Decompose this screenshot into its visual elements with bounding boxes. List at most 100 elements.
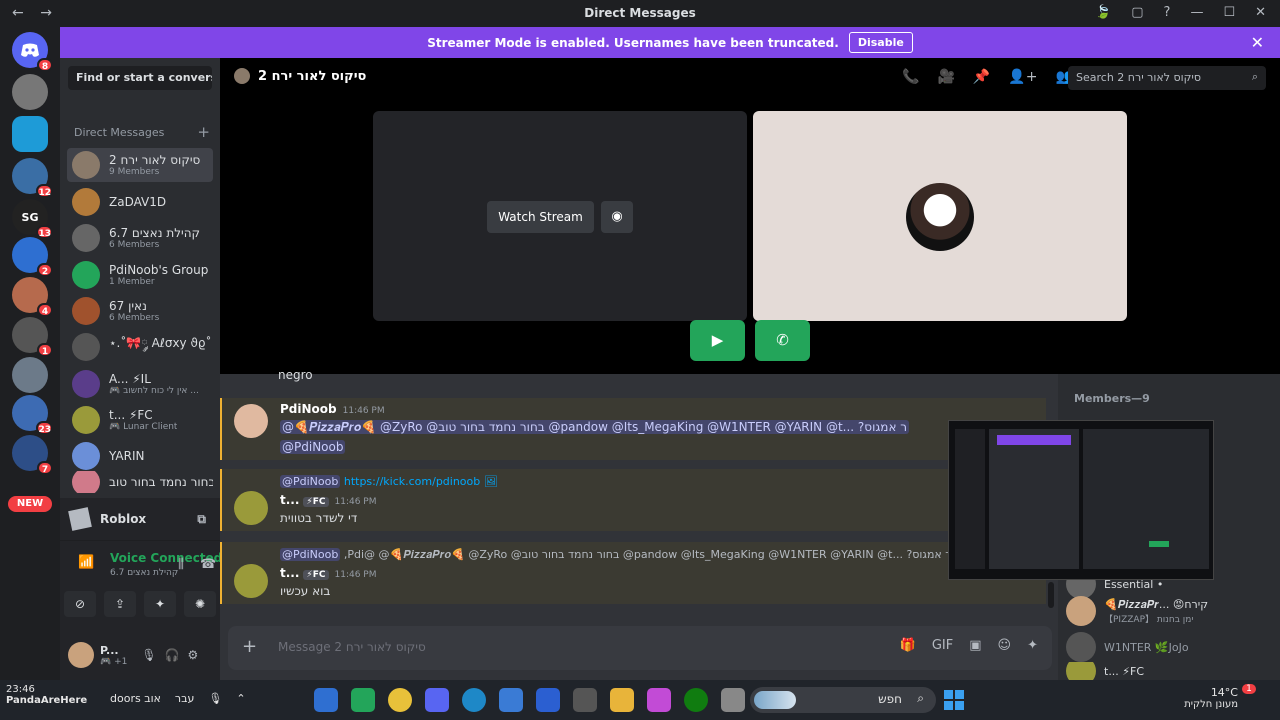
video-icon[interactable]: 🎥 [937,69,954,85]
screen-share-icon[interactable]: ⧉ [197,512,206,527]
close-window-button[interactable]: ✕ [1255,5,1266,20]
avatar[interactable] [234,564,268,598]
share-screen-icon[interactable]: ⇪ [104,591,136,617]
member-item[interactable]: t... ⚡FC [1066,662,1276,680]
headphones-icon[interactable]: 🎧 [165,648,180,662]
dm-item[interactable]: t... ⚡FC 🎮 Lunar Client [67,403,213,437]
server-icon[interactable]: 2 [12,237,53,277]
start-button[interactable] [944,690,964,710]
microphone-icon[interactable]: 🎙 [208,692,222,705]
server-icon[interactable] [12,74,48,110]
taskbar-app-icon[interactable] [573,688,597,712]
edge-icon[interactable] [462,688,486,712]
taskbar-app-icon[interactable] [351,688,375,712]
chrome-icon[interactable] [388,688,412,712]
weather-widget[interactable]: 14°C מעונן חלקית 1 [1180,684,1256,710]
message-composer[interactable]: + Message סיקוס לאור ירח 2 🎁 GIF ▣ ☺ ✦ [228,626,1052,670]
reply-author[interactable]: @PdiNoob [280,548,341,561]
discord-icon[interactable] [425,688,449,712]
soundboard-icon[interactable]: ✺ [184,591,216,617]
dm-item[interactable]: בחור נחמד בחור טוב... [67,471,213,493]
pin-icon[interactable]: 📌 [973,69,990,85]
phone-icon[interactable]: 📞 [902,69,919,85]
server-icon[interactable]: 7 [12,435,53,475]
message-author[interactable]: t... ⚡FC 11:46 PM [280,566,377,580]
watch-stream-button[interactable]: Watch Stream [487,201,594,233]
reply-preview[interactable]: @PdiNoob ,Pdi@ @🍕𝑷𝒊𝒛𝒛𝒂𝑷𝒓𝒐🍕 @ZyRo @בחור נ… [280,548,1040,562]
disconnect-icon[interactable]: ☎ [200,557,216,572]
find-conversation-input[interactable]: Find or start a convers... [68,66,212,90]
minimize-button[interactable]: — [1190,5,1203,20]
gift-icon[interactable]: 🎁 [900,638,916,653]
sticker-icon[interactable]: ▣ [969,638,981,653]
member-item[interactable]: 🍕𝑷𝒊𝒛𝒛𝒂𝑷𝒓... 😡קירח 【PIZZAP】 ימן בחנות [1066,596,1276,626]
signal-icon[interactable]: 📶 [78,555,94,570]
dm-item[interactable]: קהילת נאצים 6.7 6 Members [67,221,213,255]
taskbar-app-icon[interactable] [721,688,745,712]
dm-item[interactable]: סיקוס לאור ירח 29 Members [67,148,213,182]
message-author[interactable]: PdiNoob 11:46 PM [280,402,385,416]
message-author[interactable]: t... ⚡FC 11:46 PM [280,493,377,507]
mention[interactable]: @PdiNoob [280,440,346,454]
clock[interactable]: 23:46 [6,684,87,695]
activity-icon[interactable]: ✦ [144,591,176,617]
camera-button[interactable]: ▶ [690,320,745,361]
dm-item[interactable]: נאין 67 6 Members [67,294,213,328]
server-icon[interactable]: 1 [12,317,53,357]
dm-item[interactable]: PdiNoob's Group 1 Member [67,258,213,292]
add-attachment-icon[interactable]: + [242,636,257,657]
home-discord-icon[interactable]: 8 [12,32,53,72]
author-name[interactable]: PdiNoob [280,402,337,416]
language-indicator[interactable]: עבר [175,692,194,705]
author-name[interactable]: t... [280,566,299,580]
xbox-icon[interactable] [684,688,708,712]
dm-item[interactable]: A... ⚡IL 🎮 אין לי כוח לחשוב ... [67,367,213,401]
server-icon[interactable]: 4 [12,277,53,317]
camera-off-icon[interactable]: ⊘ [64,591,96,617]
avatar[interactable] [68,642,94,668]
gear-icon[interactable]: ⚙ [188,648,199,662]
close-icon[interactable]: ✕ [1251,33,1264,52]
server-icon[interactable] [12,357,48,393]
disable-streamer-mode-button[interactable]: Disable [848,32,913,53]
add-friend-icon[interactable]: 👤+ [1008,69,1037,85]
create-dm-plus-icon[interactable]: + [197,123,210,141]
search-input[interactable]: Search סיקוס לאור ירח 2 ⌕ [1068,66,1266,90]
help-icon[interactable]: ? [1164,5,1171,20]
user-name[interactable]: P... [100,644,127,657]
avatar[interactable] [234,404,268,438]
call-button[interactable]: ✆ [755,320,810,361]
inbox-icon[interactable]: ▢ [1131,5,1143,20]
store-icon[interactable] [499,688,523,712]
popout-stream-icon[interactable]: ◉ [601,201,633,233]
avatar[interactable] [234,491,268,525]
scrollbar[interactable] [1048,582,1054,608]
dm-item[interactable]: YARIN [67,439,213,473]
taskbar-app-icon[interactable] [314,688,338,712]
noise-suppression-icon[interactable]: ⫼ [178,557,184,572]
mention[interactable]: @🍕𝑷𝒊𝒛𝒛𝒂𝑷𝒓𝒐🍕 @ZyRo @בחור נחמד בחור טוב @p… [280,420,910,434]
chevron-up-icon[interactable]: ⌃ [236,692,245,705]
server-icon[interactable]: 12 [12,158,53,198]
server-icon[interactable] [12,116,48,152]
gif-icon[interactable]: GIF [932,638,953,653]
maximize-button[interactable]: ☐ [1223,5,1235,20]
dm-item[interactable]: ⋆.˚🎀༘ Aℓσху ϑϱ˚⋆ [67,330,213,364]
reply-author[interactable]: @PdiNoob [280,475,341,488]
voice-channel[interactable]: קהילת נאצים 6.7 [110,568,178,578]
server-icon[interactable]: 23 [12,395,53,435]
emoji-icon[interactable]: ☺ [998,638,1012,653]
apps-icon[interactable]: ✦ [1027,638,1038,653]
dm-item[interactable]: ZaDAV1D [67,185,213,219]
author-name[interactable]: t... [280,493,299,507]
folder-icon[interactable] [610,688,634,712]
microphone-icon[interactable]: 🎙 [141,648,156,662]
server-icon[interactable]: SG 13 [12,199,53,239]
taskbar-app-icon[interactable] [536,688,560,712]
reply-preview[interactable]: @PdiNoob https://kick.com/pdinoob 🖼 [280,475,1040,488]
reply-link[interactable]: https://kick.com/pdinoob 🖼 [344,475,498,488]
member-item[interactable]: W1NTER 🌿JoJo [1066,632,1276,662]
taskbar-search[interactable]: חפש ⌕ [750,687,936,713]
new-unreads-pill[interactable]: NEW [8,496,52,512]
copilot-icon[interactable] [647,688,671,712]
